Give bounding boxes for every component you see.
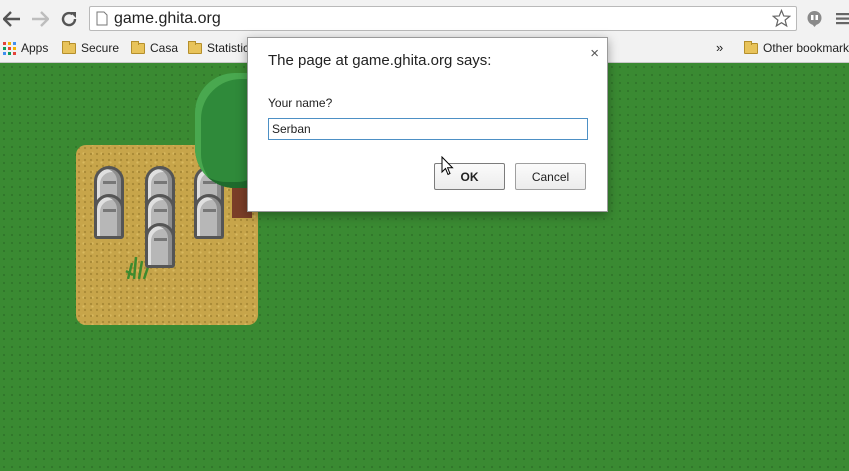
tombstone-sprite	[145, 223, 175, 268]
folder-icon	[744, 40, 758, 54]
back-arrow-icon	[3, 11, 20, 27]
bookmark-statistic[interactable]: Statistic	[188, 40, 250, 55]
dialog-message: Your name?	[268, 96, 333, 110]
address-bar[interactable]: game.ghita.org	[89, 6, 797, 31]
prompt-dialog: The page at game.ghita.org says: × Your …	[247, 37, 608, 212]
bookmark-label: Secure	[81, 41, 120, 55]
close-icon[interactable]: ×	[590, 45, 599, 62]
reload-icon	[61, 11, 77, 27]
bookmark-label: Apps	[21, 41, 49, 55]
tombstone-sprite	[94, 194, 124, 239]
bookmark-label: Statistic	[207, 41, 250, 55]
page-icon	[96, 11, 108, 26]
bookmark-label: Other bookmarks	[763, 41, 849, 55]
chevron-double-icon: »	[716, 40, 724, 55]
folder-icon	[188, 40, 202, 54]
mouse-cursor-icon	[441, 156, 454, 176]
name-input[interactable]	[268, 118, 588, 140]
url-text: game.ghita.org	[114, 10, 221, 27]
folder-icon	[62, 40, 76, 54]
bookmarks-overflow-button[interactable]: »	[716, 40, 723, 55]
forward-arrow-icon	[32, 11, 49, 27]
tombstone-sprite	[194, 194, 224, 239]
bookmark-casa[interactable]: Casa	[131, 40, 179, 55]
dialog-title: The page at game.ghita.org says:	[268, 52, 492, 69]
forward-button[interactable]	[29, 8, 51, 30]
apps-grid-icon	[3, 41, 16, 55]
folder-icon	[131, 40, 145, 54]
cancel-button[interactable]: Cancel	[515, 163, 586, 190]
extension-icon[interactable]	[806, 10, 823, 27]
bookmark-secure[interactable]: Secure	[62, 40, 120, 55]
other-bookmarks-folder[interactable]: Other bookmarks	[744, 40, 849, 55]
browser-toolbar: game.ghita.org	[0, 0, 849, 37]
back-button[interactable]	[1, 8, 23, 30]
bookmark-star-icon[interactable]	[772, 9, 791, 28]
reload-button[interactable]	[58, 8, 80, 30]
bookmark-apps[interactable]: Apps	[3, 41, 48, 55]
bookmark-label: Casa	[150, 41, 179, 55]
chrome-menu-icon[interactable]	[836, 12, 849, 25]
